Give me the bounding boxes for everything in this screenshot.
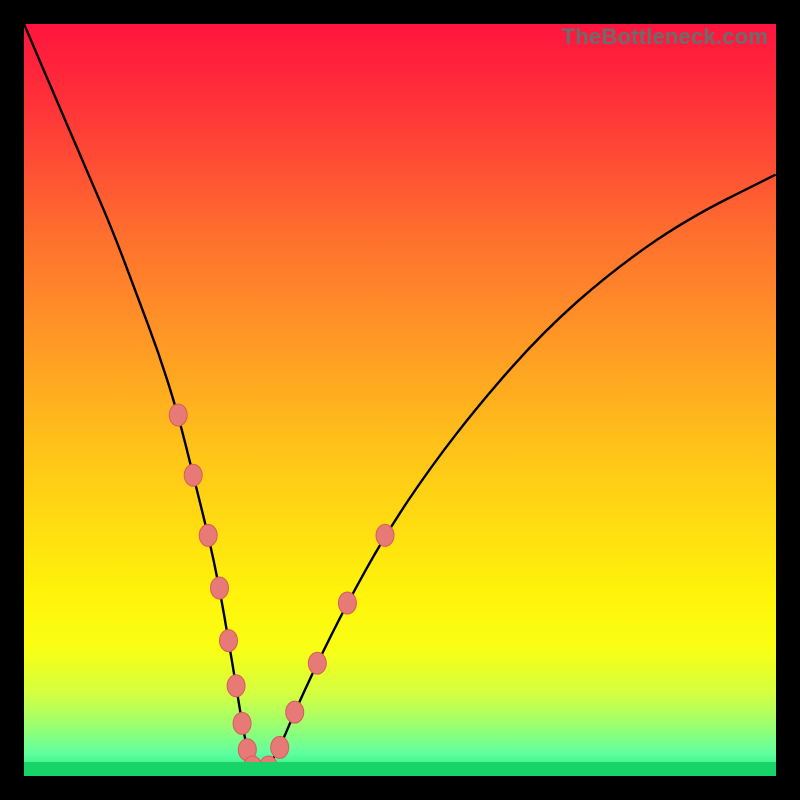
curve-marker <box>308 652 326 674</box>
curve-marker <box>286 701 304 723</box>
curve-marker <box>220 630 238 652</box>
chart-plot-area: TheBottleneck.com <box>24 24 776 776</box>
baseline-strip <box>24 762 776 776</box>
curve-marker <box>199 524 217 546</box>
curve-marker <box>211 577 229 599</box>
curve-marker <box>271 736 289 758</box>
curve-marker <box>233 712 251 734</box>
curve-marker <box>227 675 245 697</box>
chart-svg <box>24 24 776 776</box>
curve-marker <box>338 592 356 614</box>
bottleneck-curve <box>24 24 776 774</box>
curve-marker <box>169 404 187 426</box>
curve-marker <box>184 464 202 486</box>
curve-markers <box>169 404 394 776</box>
curve-marker <box>376 524 394 546</box>
